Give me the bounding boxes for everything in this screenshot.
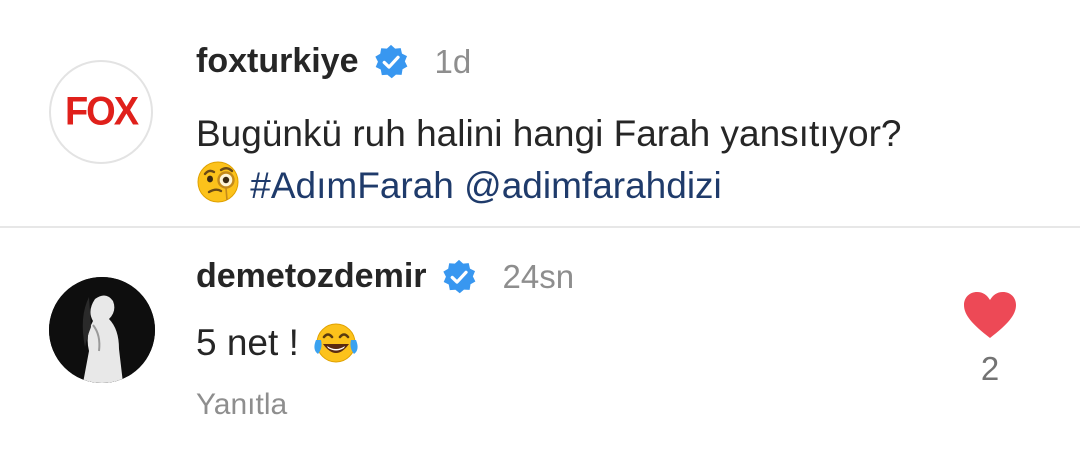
comment-avatar[interactable] [49,277,155,383]
hashtag-link[interactable]: #AdımFarah [250,165,454,206]
caption-text: Bugünkü ruh halini hangi Farah yansıtıyo… [196,113,902,154]
caption: Bugünkü ruh halini hangi Farah yansıtıyo… [196,108,1046,212]
comment-username[interactable]: demetozdemir [196,257,427,296]
verified-badge-icon [374,44,407,78]
comment-body: 5 net ! [196,322,359,364]
verified-badge-icon [442,259,475,293]
divider [0,226,1080,228]
comments-view: FOX foxturkiye 1d Bugünkü ruh halini han… [0,0,1080,458]
fox-logo: FOX [64,89,139,135]
comment-text: 5 net ! [196,322,299,363]
post-time: 1d [434,42,472,80]
like-count: 2 [980,350,1000,387]
reply-button[interactable]: Yanıtla [196,388,287,422]
post-header: foxturkiye 1d [196,42,471,81]
caption-post: FOX foxturkiye 1d Bugünkü ruh halini han… [0,0,1080,226]
comment-time: 24sn [502,257,575,295]
face-with-monocle-emoji [197,161,239,203]
heart-filled-icon[interactable] [962,290,1018,340]
avatar[interactable]: FOX [49,60,153,164]
post-username[interactable]: foxturkiye [196,42,359,81]
face-with-tears-of-joy-emoji [314,323,358,363]
comment-header: demetozdemir 24sn [196,257,574,296]
mention-link[interactable]: @adimfarahdizi [464,165,722,206]
profile-photo [49,277,155,383]
